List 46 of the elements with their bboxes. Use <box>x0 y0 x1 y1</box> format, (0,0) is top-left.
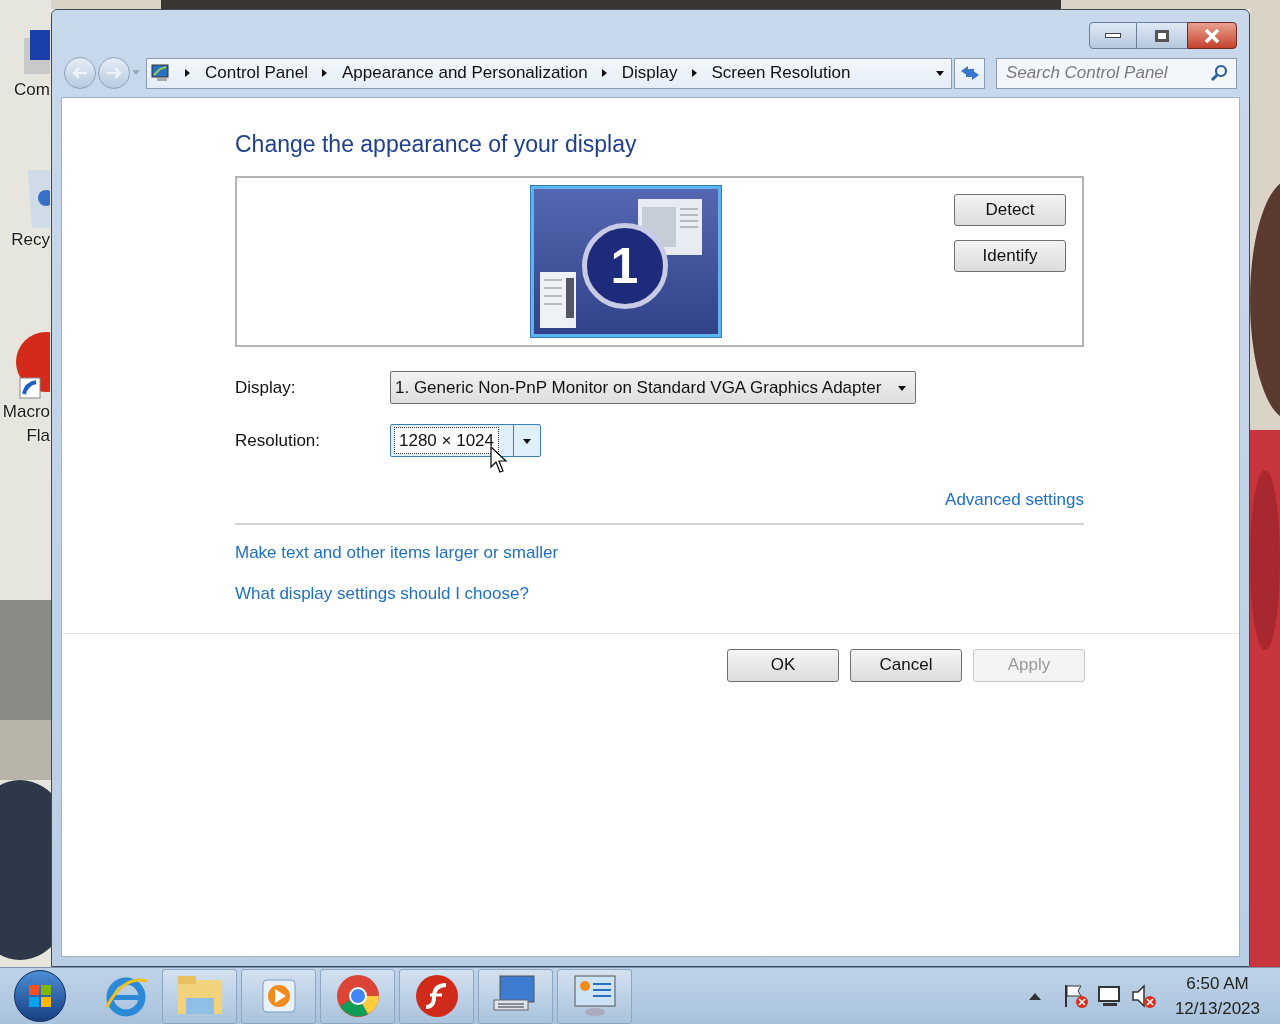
breadcrumb-item[interactable]: Control Panel <box>205 60 308 86</box>
display-icon <box>151 63 171 83</box>
flag-icon[interactable] <box>1062 983 1089 1009</box>
breadcrumb-item[interactable]: Appearance and Personalization <box>342 60 588 86</box>
dropdown-arrow-icon <box>935 68 945 78</box>
page-heading: Change the appearance of your display <box>235 130 638 159</box>
taskbar-app-button[interactable] <box>557 968 632 1024</box>
minimize-icon <box>1105 33 1121 38</box>
search-field[interactable]: Search Control Panel <box>996 57 1237 89</box>
flash-player-icon <box>413 973 460 1019</box>
volume-muted-icon[interactable] <box>1130 983 1157 1009</box>
field-label: Resolution: <box>235 429 322 452</box>
maximize-icon <box>1155 29 1169 42</box>
forward-arrow-icon <box>106 67 122 79</box>
network-icon[interactable] <box>1096 983 1123 1009</box>
breadcrumb-item[interactable]: Screen Resolution <box>711 60 851 86</box>
refresh-button[interactable] <box>954 57 985 89</box>
help-link[interactable]: What display settings should I choose? <box>235 581 529 607</box>
minimize-button[interactable] <box>1089 22 1137 49</box>
dropdown[interactable]: 1. Generic Non-PnP Monitor on Standard VGA Graphics Adapter <box>390 371 917 404</box>
browser-icon <box>334 973 381 1019</box>
breadcrumb-item[interactable]: Display <box>621 60 678 86</box>
taskbar-app-button[interactable] <box>320 968 395 1024</box>
back-arrow-icon <box>72 67 88 79</box>
monitor-tile[interactable]: 1 <box>529 185 722 338</box>
close-button[interactable] <box>1187 22 1237 49</box>
field-label: Display: <box>235 376 297 399</box>
dialog-button[interactable]: Cancel <box>850 648 962 682</box>
search-icon <box>1210 63 1228 82</box>
dropdown[interactable]: 1280 × 1024 <box>390 424 541 457</box>
address-bar[interactable]: Control Panel Appearance and Personalization Display Screen Resolution <box>146 57 952 89</box>
taskbar-app-button[interactable] <box>399 968 474 1024</box>
clock[interactable]: 6:50 AM 12/13/2023 <box>1174 971 1280 1021</box>
dialog-button[interactable]: Identify <box>954 240 1066 272</box>
start-button[interactable] <box>14 970 66 1022</box>
dialog-button[interactable]: OK <box>727 648 839 682</box>
dialog-button[interactable]: Detect <box>954 194 1066 226</box>
help-link[interactable]: Make text and other items larger or smaller <box>235 539 559 565</box>
advanced-settings-link[interactable]: Advanced settings <box>945 487 1084 513</box>
show-hidden-icons-icon[interactable] <box>1028 992 1041 1000</box>
window-thumbnail-drawing <box>539 272 576 328</box>
close-icon <box>1204 28 1220 43</box>
maximize-button[interactable] <box>1137 22 1187 49</box>
monitor-number: 1 <box>581 223 668 309</box>
windows-logo-icon <box>28 984 52 1008</box>
taskbar-app-button[interactable] <box>478 968 553 1024</box>
